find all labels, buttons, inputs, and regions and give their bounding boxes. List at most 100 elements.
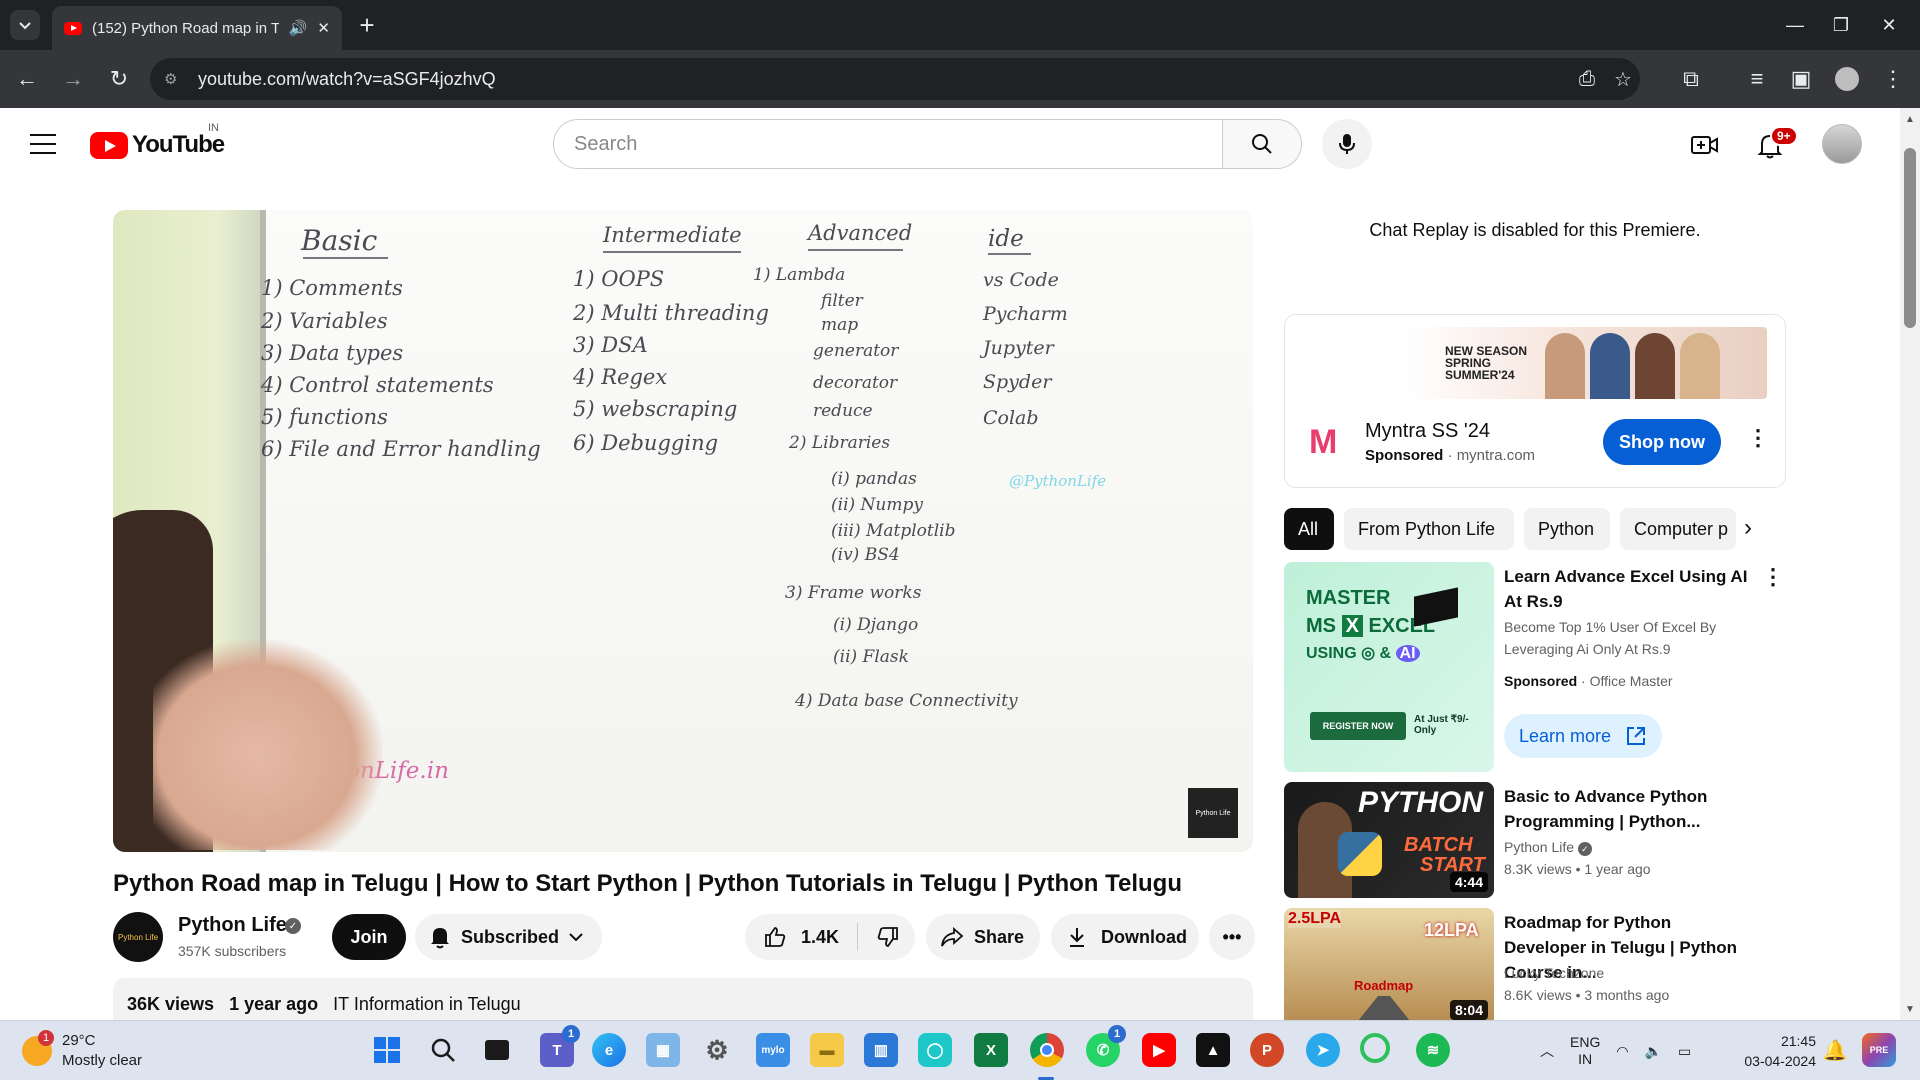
app-taskbar-icon[interactable]: ◯ [918, 1033, 952, 1067]
task-view-button[interactable] [480, 1033, 514, 1067]
myntra-ad-card[interactable]: NEW SEASON SPRING SUMMER'24 M Myntra SS … [1284, 314, 1786, 488]
chrome-menu-icon[interactable]: ⋮ [1878, 64, 1908, 94]
recommendation-item[interactable]: PYTHON BATCH START 4:44 Basic to Advance… [1284, 782, 1784, 900]
like-button[interactable]: 1.4K [745, 923, 859, 951]
chip-all[interactable]: All [1284, 508, 1334, 550]
ad-more-icon[interactable]: ⋮ [1747, 425, 1769, 451]
join-button[interactable]: Join [332, 914, 406, 960]
channel-name[interactable]: Python Life [178, 914, 287, 937]
start-button[interactable] [370, 1033, 404, 1067]
store-taskbar-icon[interactable]: ▥ [864, 1033, 898, 1067]
restore-button[interactable]: ❐ [1818, 8, 1864, 42]
side-panel-icon[interactable]: ▣ [1786, 64, 1816, 94]
powerpoint-taskbar-icon[interactable]: P [1250, 1033, 1284, 1067]
scroll-up-icon[interactable]: ▲ [1905, 114, 1915, 125]
channel-name[interactable]: Lucky Techzone [1504, 962, 1604, 984]
search-icon [431, 1038, 455, 1062]
photos-taskbar-icon[interactable]: ▦ [646, 1033, 680, 1067]
mylo-taskbar-icon[interactable]: mylo [756, 1033, 790, 1067]
channel-watermark[interactable]: Python Life [1188, 788, 1238, 838]
edge-taskbar-icon[interactable]: e [592, 1033, 626, 1067]
youtube-logo[interactable]: YouTube IN [90, 122, 225, 160]
tab-search-button[interactable] [10, 10, 40, 40]
browser-tab-active[interactable]: (152) Python Road map in T 🔊 ✕ [52, 6, 342, 50]
more-vertical-icon[interactable]: ⋮ [1762, 564, 1784, 590]
create-video-button[interactable] [1688, 128, 1722, 162]
spotify-taskbar-icon[interactable]: ≋ [1416, 1033, 1450, 1067]
view-count: 8.3K views [1504, 861, 1572, 877]
description-tag[interactable]: IT Information in Telugu [333, 994, 520, 1014]
shop-now-button[interactable]: Shop now [1603, 419, 1721, 465]
video-thumbnail[interactable]: MASTER MS X EXCEL USING ◎ & AI REGISTER … [1284, 562, 1494, 772]
language-indicator[interactable]: ENG IN [1570, 1034, 1600, 1068]
download-button[interactable]: Download [1051, 914, 1199, 960]
whatsapp-taskbar-icon[interactable]: ✆ 1 [1086, 1025, 1126, 1067]
reload-button[interactable]: ↻ [104, 64, 134, 94]
share-button[interactable]: Share [926, 914, 1040, 960]
dislike-button[interactable] [858, 925, 918, 949]
battery-icon[interactable]: ▭ [1678, 1043, 1691, 1060]
ad-title[interactable]: Myntra SS '24 [1365, 420, 1490, 443]
extensions-icon[interactable]: ⧉ [1676, 64, 1706, 94]
file-explorer-taskbar-icon[interactable]: ▬ [810, 1033, 844, 1067]
channel-name[interactable]: Python Life [1504, 839, 1574, 855]
affinity-taskbar-icon[interactable]: ▲ [1196, 1033, 1230, 1067]
ad-sponsored-label: Sponsored [1365, 447, 1444, 464]
volume-icon[interactable]: 🔈 [1645, 1043, 1662, 1060]
subscribed-label: Subscribed [461, 926, 560, 947]
search-input[interactable]: Search [553, 119, 1223, 169]
subscribed-button[interactable]: Subscribed [415, 914, 602, 960]
chip-from-python-life[interactable]: From Python Life [1344, 508, 1514, 550]
scrollbar-thumb[interactable] [1904, 148, 1916, 328]
teams-taskbar-icon[interactable]: T1 [540, 1025, 580, 1067]
recommendation-item[interactable]: 2.5LPA 12LPA Roadmap 8:04 Roadmap for Py… [1284, 908, 1784, 1020]
speaker-icon[interactable]: 🔊 [289, 19, 308, 37]
chrome-taskbar-icon[interactable] [1030, 1033, 1064, 1067]
address-bar[interactable]: ⚙ youtube.com/watch?v=aSGF4jozhvQ ⎙ ☆ [150, 58, 1640, 100]
video-duration: 8:04 [1449, 1000, 1488, 1020]
page-scrollbar[interactable]: ▲ ▼ [1900, 108, 1920, 1020]
scroll-down-icon[interactable]: ▼ [1905, 1004, 1915, 1015]
more-actions-button[interactable]: ••• [1209, 914, 1255, 960]
recommendation-item[interactable]: MASTER MS X EXCEL USING ◎ & AI REGISTER … [1284, 562, 1784, 774]
chip-python[interactable]: Python [1524, 508, 1610, 550]
profile-avatar-icon[interactable] [1832, 64, 1862, 94]
notification-bell-icon[interactable]: 🔔 [1818, 1033, 1852, 1067]
youtube-taskbar-icon[interactable]: ▶ [1142, 1033, 1176, 1067]
bookmark-star-icon[interactable]: ☆ [1610, 66, 1636, 92]
chevron-right-icon[interactable]: › [1744, 514, 1752, 542]
channel-avatar[interactable]: Python Life [113, 912, 163, 962]
video-thumbnail[interactable]: PYTHON BATCH START 4:44 [1284, 782, 1494, 898]
tray-overflow-icon[interactable]: ︿ [1540, 1041, 1554, 1061]
account-avatar[interactable] [1822, 124, 1862, 164]
forward-button[interactable]: → [58, 64, 88, 94]
taskbar-clock[interactable]: 21:45 03-04-2024 [1736, 1031, 1816, 1071]
close-window-button[interactable]: ✕ [1866, 8, 1912, 42]
learn-more-button[interactable]: Learn more [1504, 714, 1662, 758]
search-button[interactable] [1222, 119, 1302, 169]
recommendation-title[interactable]: Basic to Advance Python Programming | Py… [1504, 784, 1754, 834]
copilot-taskbar-icon[interactable]: PRE [1862, 1033, 1896, 1067]
site-info-icon[interactable]: ⚙ [164, 68, 186, 90]
search-taskbar-button[interactable] [426, 1033, 460, 1067]
chip-computer[interactable]: Computer p [1620, 508, 1736, 550]
recommendation-title[interactable]: Learn Advance Excel Using AI At Rs.9 [1504, 564, 1754, 614]
minimize-button[interactable]: — [1772, 8, 1818, 42]
video-player[interactable]: Basic 1) Comments 2) Variables 3) Data typ… [113, 210, 1253, 852]
recommendation-sponsor-line: Sponsored · Office Master [1504, 673, 1673, 689]
install-app-icon[interactable]: ⎙ [1574, 66, 1600, 92]
back-button[interactable]: ← [12, 64, 42, 94]
board-list-item: 4) Data base Connectivity [794, 691, 1018, 711]
circle-app-taskbar-icon[interactable] [1360, 1033, 1390, 1063]
wifi-icon[interactable]: ◠ [1616, 1043, 1628, 1060]
excel-taskbar-icon[interactable]: X [974, 1033, 1008, 1067]
weather-widget[interactable]: 1 29°C Mostly clear [22, 1030, 142, 1071]
settings-taskbar-icon[interactable]: ⚙ [700, 1033, 734, 1067]
video-thumbnail[interactable]: 2.5LPA 12LPA Roadmap 8:04 [1284, 908, 1494, 1020]
media-control-icon[interactable]: ≡ [1742, 64, 1772, 94]
menu-icon[interactable] [30, 134, 56, 154]
telegram-taskbar-icon[interactable]: ➤ [1306, 1033, 1340, 1067]
new-tab-button[interactable]: + [352, 10, 382, 40]
close-tab-icon[interactable]: ✕ [317, 19, 330, 37]
voice-search-button[interactable] [1322, 119, 1372, 169]
